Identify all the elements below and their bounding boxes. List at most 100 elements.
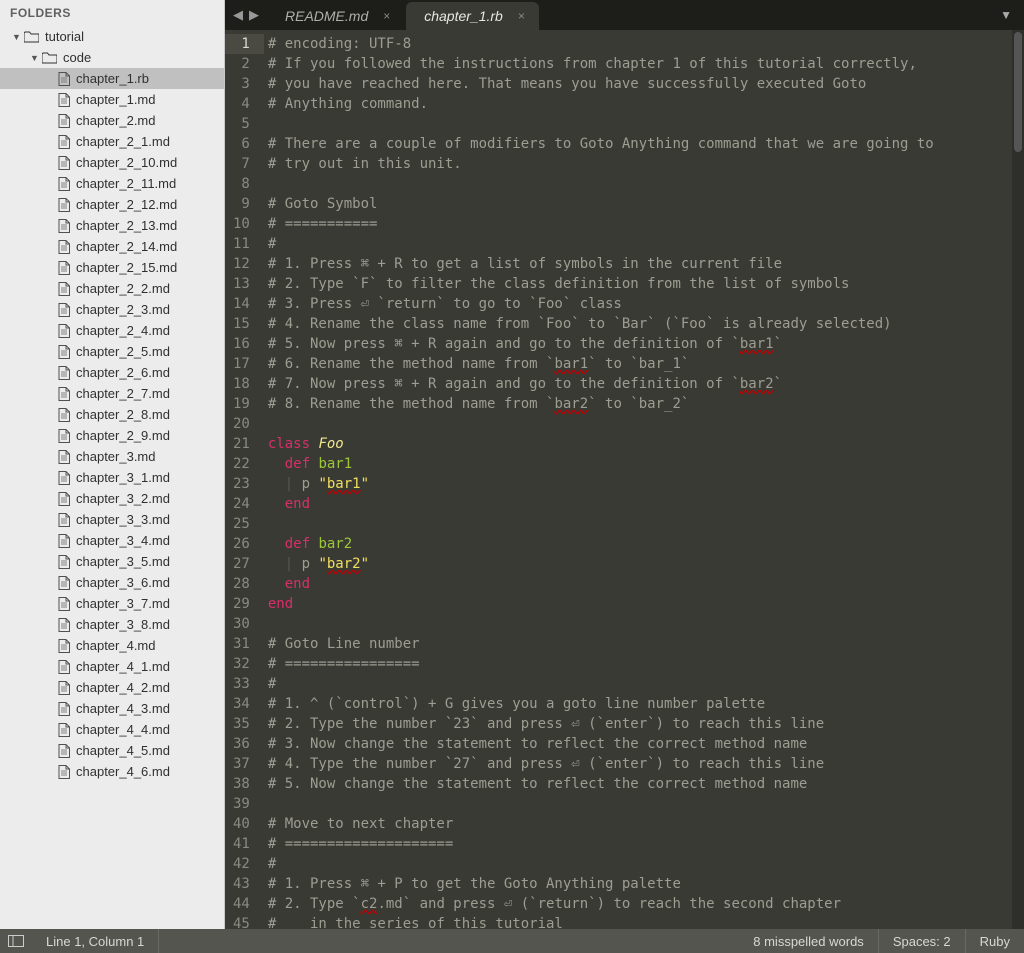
line-number[interactable]: 8 [233,174,250,194]
tab-overflow-button[interactable]: ▼ [988,0,1024,30]
file-item[interactable]: chapter_2_11.md [0,173,224,194]
line-number[interactable]: 39 [233,794,250,814]
status-indent[interactable]: Spaces: 2 [879,929,966,953]
code-line[interactable]: # 2. Type `c2.md` and press ⏎ (`return`)… [268,894,1012,914]
nav-back-icon[interactable]: ◀ [233,7,243,23]
file-item[interactable]: chapter_2_8.md [0,404,224,425]
code-line[interactable]: # 4. Rename the class name from `Foo` to… [268,314,1012,334]
code-line[interactable]: # 2. Type the number `23` and press ⏎ (`… [268,714,1012,734]
code-line[interactable]: # encoding: UTF-8 [268,34,1012,54]
file-item[interactable]: chapter_2_12.md [0,194,224,215]
tab[interactable]: README.md× [267,2,404,30]
code-line[interactable]: # 6. Rename the method name from `bar1` … [268,354,1012,374]
line-number[interactable]: 19 [233,394,250,414]
code-line[interactable]: end [268,494,1012,514]
code-line[interactable]: # try out in this unit. [268,154,1012,174]
code-line[interactable] [268,114,1012,134]
line-number[interactable]: 16 [233,334,250,354]
line-number[interactable]: 23 [233,474,250,494]
line-number[interactable]: 4 [233,94,250,114]
line-number[interactable]: 41 [233,834,250,854]
file-item[interactable]: chapter_2_9.md [0,425,224,446]
code-line[interactable] [268,614,1012,634]
line-number[interactable]: 31 [233,634,250,654]
line-number[interactable]: 5 [233,114,250,134]
file-item[interactable]: chapter_4_5.md [0,740,224,761]
file-item[interactable]: chapter_3_3.md [0,509,224,530]
line-number[interactable]: 2 [233,54,250,74]
code-line[interactable]: # 5. Now press ⌘ + R again and go to the… [268,334,1012,354]
close-icon[interactable]: × [383,9,390,23]
line-number[interactable]: 40 [233,814,250,834]
file-item[interactable]: chapter_2_14.md [0,236,224,257]
code-line[interactable]: | p "bar1" [268,474,1012,494]
code-line[interactable]: # 1. ^ (`control`) + G gives you a goto … [268,694,1012,714]
line-number[interactable]: 38 [233,774,250,794]
code-line[interactable] [268,174,1012,194]
folder-item[interactable]: ▼code [0,47,224,68]
code-line[interactable]: # Move to next chapter [268,814,1012,834]
line-number[interactable]: 7 [233,154,250,174]
tab[interactable]: chapter_1.rb× [406,2,539,30]
line-number[interactable]: 11 [233,234,250,254]
file-item[interactable]: chapter_2_1.md [0,131,224,152]
code-line[interactable]: # 3. Press ⏎ `return` to go to `Foo` cla… [268,294,1012,314]
line-number[interactable]: 22 [233,454,250,474]
code-line[interactable]: # There are a couple of modifiers to Got… [268,134,1012,154]
line-number[interactable]: 10 [233,214,250,234]
line-number[interactable]: 12 [233,254,250,274]
file-item[interactable]: chapter_3_1.md [0,467,224,488]
line-number[interactable]: 45 [233,914,250,929]
code-line[interactable]: # in the series of this tutorial [268,914,1012,929]
line-number[interactable]: 32 [233,654,250,674]
panel-toggle-icon[interactable] [0,935,32,947]
file-item[interactable]: chapter_4_4.md [0,719,224,740]
file-item[interactable]: chapter_2_3.md [0,299,224,320]
code-line[interactable]: # Goto Symbol [268,194,1012,214]
code-line[interactable]: # Anything command. [268,94,1012,114]
file-item[interactable]: chapter_3_4.md [0,530,224,551]
file-item[interactable]: chapter_1.rb [0,68,224,89]
line-number[interactable]: 24 [233,494,250,514]
code-line[interactable]: # ==================== [268,834,1012,854]
file-item[interactable]: chapter_4.md [0,635,224,656]
line-number[interactable]: 26 [233,534,250,554]
disclosure-arrow-icon[interactable]: ▼ [30,53,40,63]
file-item[interactable]: chapter_3_2.md [0,488,224,509]
status-spell[interactable]: 8 misspelled words [739,929,879,953]
file-item[interactable]: chapter_2_2.md [0,278,224,299]
file-item[interactable]: chapter_3_6.md [0,572,224,593]
line-number[interactable]: 34 [233,694,250,714]
line-number[interactable]: 3 [233,74,250,94]
file-item[interactable]: chapter_3.md [0,446,224,467]
scrollbar-thumb[interactable] [1014,32,1022,152]
file-item[interactable]: chapter_2_7.md [0,383,224,404]
code-line[interactable]: end [268,594,1012,614]
code-line[interactable] [268,414,1012,434]
file-item[interactable]: chapter_1.md [0,89,224,110]
code-line[interactable]: # 3. Now change the statement to reflect… [268,734,1012,754]
line-number[interactable]: 44 [233,894,250,914]
line-number[interactable]: 6 [233,134,250,154]
line-number[interactable]: 15 [233,314,250,334]
file-item[interactable]: chapter_2_10.md [0,152,224,173]
code-line[interactable]: # [268,674,1012,694]
code-line[interactable]: # [268,854,1012,874]
code-line[interactable]: # 5. Now change the statement to reflect… [268,774,1012,794]
file-item[interactable]: chapter_3_5.md [0,551,224,572]
line-number[interactable]: 33 [233,674,250,694]
line-gutter[interactable]: 1234567891011121314151617181920212223242… [225,30,264,929]
line-number[interactable]: 25 [233,514,250,534]
code-line[interactable]: # [268,234,1012,254]
file-item[interactable]: chapter_4_1.md [0,656,224,677]
line-number[interactable]: 18 [233,374,250,394]
nav-forward-icon[interactable]: ▶ [249,7,259,23]
line-number[interactable]: 13 [233,274,250,294]
disclosure-arrow-icon[interactable]: ▼ [12,32,22,42]
code-line[interactable]: | p "bar2" [268,554,1012,574]
code-line[interactable]: # 2. Type `F` to filter the class defini… [268,274,1012,294]
line-number[interactable]: 30 [233,614,250,634]
file-item[interactable]: chapter_2_6.md [0,362,224,383]
code-line[interactable]: # Goto Line number [268,634,1012,654]
code-line[interactable]: # 1. Press ⌘ + P to get the Goto Anythin… [268,874,1012,894]
